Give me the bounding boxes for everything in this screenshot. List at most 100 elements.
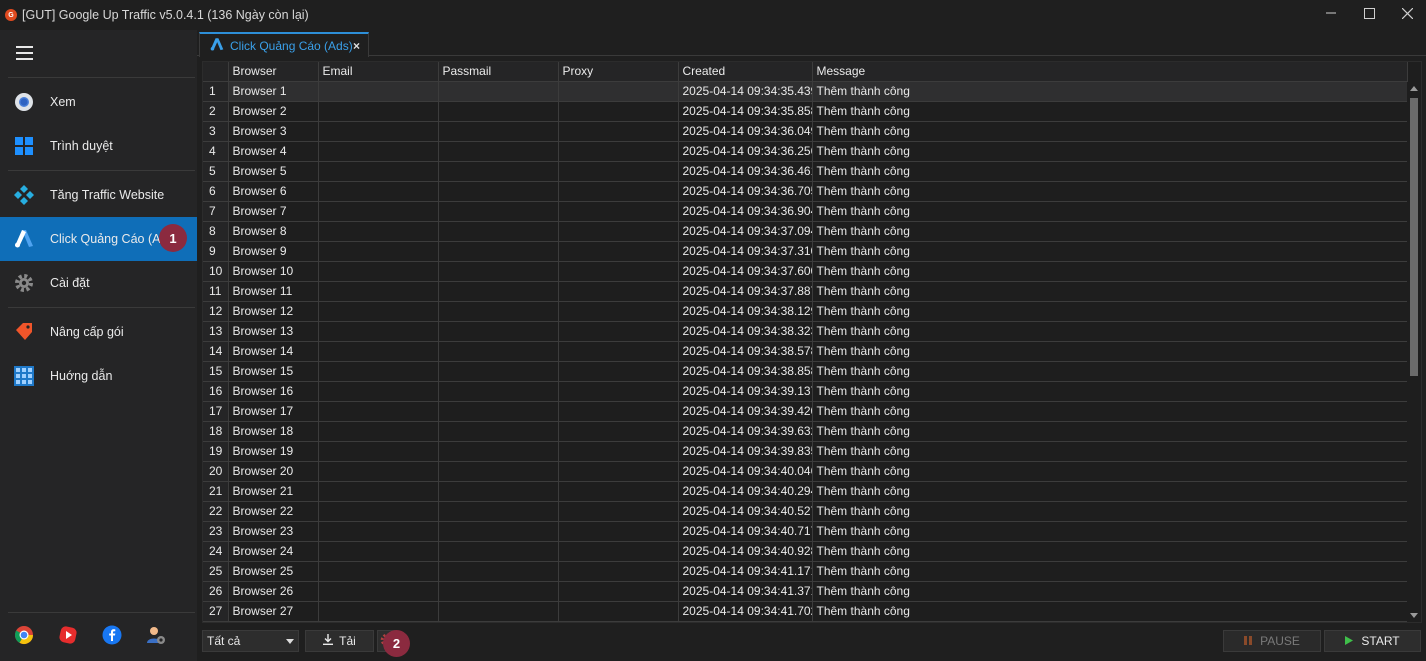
table-cell[interactable] bbox=[558, 301, 679, 322]
user-settings-icon[interactable] bbox=[145, 624, 167, 646]
table-cell[interactable]: Thêm thành công bbox=[812, 381, 1408, 402]
youtube-icon[interactable] bbox=[57, 624, 79, 646]
table-cell[interactable]: Thêm thành công bbox=[812, 141, 1408, 162]
table-cell[interactable]: 2025-04-14 09:34:37.094 bbox=[678, 221, 813, 242]
row-number-cell[interactable]: 7 bbox=[203, 201, 229, 222]
table-cell[interactable]: 2025-04-14 09:34:40.717 bbox=[678, 521, 813, 542]
row-number-cell[interactable]: 13 bbox=[203, 321, 229, 342]
sidebar-item-nang-cap[interactable]: Nâng cấp gói bbox=[0, 310, 197, 354]
table-cell[interactable]: 2025-04-14 09:34:39.835 bbox=[678, 441, 813, 462]
table-cell[interactable]: Thêm thành công bbox=[812, 581, 1408, 602]
table-cell[interactable] bbox=[558, 481, 679, 502]
filter-select[interactable]: Tất cả bbox=[202, 630, 299, 652]
start-button[interactable]: START bbox=[1324, 630, 1421, 652]
table-cell[interactable]: 2025-04-14 09:34:35.439 bbox=[678, 81, 813, 102]
row-number-cell[interactable]: 19 bbox=[203, 441, 229, 462]
table-cell[interactable] bbox=[558, 361, 679, 382]
table-cell[interactable]: 2025-04-14 09:34:35.858 bbox=[678, 101, 813, 122]
table-row[interactable]: 26 Browser 26 2025-04-14 09:34:41.371 Thêm … bbox=[203, 581, 1408, 602]
column-header[interactable]: Browser bbox=[228, 62, 319, 82]
table-cell[interactable] bbox=[318, 241, 439, 262]
table-cell[interactable]: 2025-04-14 09:34:38.129 bbox=[678, 301, 813, 322]
table-cell[interactable]: Thêm thành công bbox=[812, 501, 1408, 522]
table-cell[interactable] bbox=[318, 121, 439, 142]
row-number-cell[interactable]: 12 bbox=[203, 301, 229, 322]
tab-close-icon[interactable]: × bbox=[353, 39, 360, 53]
table-row[interactable]: 2 Browser 2 2025-04-14 09:34:35.858 Thêm th… bbox=[203, 101, 1408, 122]
table-cell[interactable]: Browser 19 bbox=[228, 441, 319, 462]
table-cell[interactable] bbox=[438, 381, 559, 402]
scrollbar-thumb[interactable] bbox=[1410, 98, 1418, 376]
table-cell[interactable]: Thêm thành công bbox=[812, 441, 1408, 462]
table-cell[interactable]: 2025-04-14 09:34:37.600 bbox=[678, 261, 813, 282]
table-cell[interactable] bbox=[318, 581, 439, 602]
table-cell[interactable] bbox=[318, 521, 439, 542]
table-cell[interactable] bbox=[438, 421, 559, 442]
table-cell[interactable]: 2025-04-14 09:34:36.904 bbox=[678, 201, 813, 222]
row-number-cell[interactable]: 8 bbox=[203, 221, 229, 242]
table-cell[interactable]: Browser 27 bbox=[228, 601, 319, 622]
table-row[interactable]: 10 Browser 10 2025-04-14 09:34:37.600 Thêm … bbox=[203, 261, 1408, 282]
table-cell[interactable] bbox=[318, 261, 439, 282]
scroll-down-icon[interactable] bbox=[1410, 613, 1418, 618]
table-cell[interactable] bbox=[558, 201, 679, 222]
table-cell[interactable] bbox=[318, 221, 439, 242]
table-cell[interactable]: Browser 16 bbox=[228, 381, 319, 402]
table-cell[interactable] bbox=[438, 221, 559, 242]
table-cell[interactable] bbox=[558, 561, 679, 582]
table-cell[interactable]: Browser 2 bbox=[228, 101, 319, 122]
table-row[interactable]: 15 Browser 15 2025-04-14 09:34:38.858 Thêm … bbox=[203, 361, 1408, 382]
table-cell[interactable] bbox=[438, 101, 559, 122]
table-row[interactable]: 22 Browser 22 2025-04-14 09:34:40.527 Thêm … bbox=[203, 501, 1408, 522]
table-cell[interactable]: 2025-04-14 09:34:41.171 bbox=[678, 561, 813, 582]
row-number-cell[interactable]: 17 bbox=[203, 401, 229, 422]
row-number-cell[interactable]: 6 bbox=[203, 181, 229, 202]
table-cell[interactable] bbox=[318, 81, 439, 102]
table-cell[interactable] bbox=[558, 501, 679, 522]
table-cell[interactable] bbox=[318, 401, 439, 422]
table-cell[interactable] bbox=[438, 181, 559, 202]
table-cell[interactable]: 2025-04-14 09:34:40.046 bbox=[678, 461, 813, 482]
table-cell[interactable] bbox=[318, 601, 439, 622]
table-cell[interactable]: Browser 9 bbox=[228, 241, 319, 262]
table-cell[interactable]: Browser 25 bbox=[228, 561, 319, 582]
table-cell[interactable]: 2025-04-14 09:34:41.371 bbox=[678, 581, 813, 602]
table-cell[interactable] bbox=[558, 81, 679, 102]
table-cell[interactable]: Browser 11 bbox=[228, 281, 319, 302]
table-cell[interactable]: 2025-04-14 09:34:36.461 bbox=[678, 161, 813, 182]
row-number-cell[interactable]: 1 bbox=[203, 81, 229, 102]
table-cell[interactable]: Browser 23 bbox=[228, 521, 319, 542]
sidebar-item-cai-dat[interactable]: Cài đặt bbox=[0, 261, 197, 305]
table-cell[interactable] bbox=[318, 161, 439, 182]
table-cell[interactable]: Thêm thành công bbox=[812, 321, 1408, 342]
table-cell[interactable]: Thêm thành công bbox=[812, 181, 1408, 202]
table-cell[interactable] bbox=[558, 101, 679, 122]
table-cell[interactable]: Thêm thành công bbox=[812, 601, 1408, 622]
table-cell[interactable] bbox=[558, 341, 679, 362]
table-cell[interactable]: Browser 24 bbox=[228, 541, 319, 562]
table-row[interactable]: 19 Browser 19 2025-04-14 09:34:39.835 Thêm … bbox=[203, 441, 1408, 462]
table-row[interactable]: 3 Browser 3 2025-04-14 09:34:36.049 Thêm th… bbox=[203, 121, 1408, 142]
table-cell[interactable]: Thêm thành công bbox=[812, 101, 1408, 122]
table-row[interactable]: 12 Browser 12 2025-04-14 09:34:38.129 Thêm … bbox=[203, 301, 1408, 322]
table-cell[interactable] bbox=[438, 341, 559, 362]
row-number-cell[interactable]: 3 bbox=[203, 121, 229, 142]
table-cell[interactable]: Browser 17 bbox=[228, 401, 319, 422]
table-cell[interactable]: Thêm thành công bbox=[812, 241, 1408, 262]
row-number-cell[interactable]: 23 bbox=[203, 521, 229, 542]
table-row[interactable]: 14 Browser 14 2025-04-14 09:34:38.578 Thêm … bbox=[203, 341, 1408, 362]
table-cell[interactable]: Thêm thành công bbox=[812, 261, 1408, 282]
table-row[interactable]: 20 Browser 20 2025-04-14 09:34:40.046 Thêm … bbox=[203, 461, 1408, 482]
table-cell[interactable] bbox=[438, 461, 559, 482]
table-cell[interactable] bbox=[558, 221, 679, 242]
column-header[interactable]: Proxy bbox=[558, 62, 679, 82]
table-cell[interactable]: Browser 13 bbox=[228, 321, 319, 342]
table-row[interactable]: 5 Browser 5 2025-04-14 09:34:36.461 Thêm th… bbox=[203, 161, 1408, 182]
hamburger-menu-icon[interactable] bbox=[16, 46, 33, 64]
table-cell[interactable]: Thêm thành công bbox=[812, 121, 1408, 142]
table-cell[interactable]: Browser 15 bbox=[228, 361, 319, 382]
table-cell[interactable]: Thêm thành công bbox=[812, 461, 1408, 482]
table-row[interactable]: 13 Browser 13 2025-04-14 09:34:38.323 Thêm … bbox=[203, 321, 1408, 342]
sidebar-item-tang-traffic[interactable]: Tăng Traffic Website bbox=[0, 173, 197, 217]
table-cell[interactable]: Thêm thành công bbox=[812, 401, 1408, 422]
